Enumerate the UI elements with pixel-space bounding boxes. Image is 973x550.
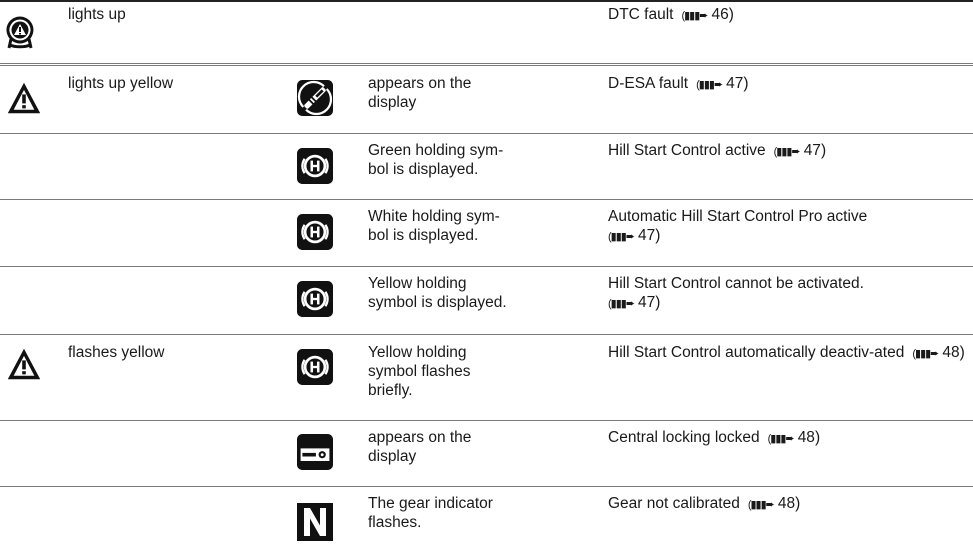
row-condition: Green holding sym-bol is displayed. [368, 142, 504, 178]
page-reference-link[interactable]: (▮▮▮➨ 48) [760, 429, 820, 446]
row-divider [0, 420, 973, 421]
row-state-label: flashes yellow [68, 344, 165, 361]
row-divider [0, 266, 973, 267]
row-divider [0, 334, 973, 335]
page-reference-link[interactable]: (▮▮▮➨ 48) [740, 495, 800, 512]
meaning-text: Hill Start Control cannot be activated. [608, 275, 864, 292]
page-number: 47 [638, 294, 656, 311]
row-divider [0, 199, 973, 200]
arrow-reference-icon: (▮▮▮➨ [767, 433, 795, 445]
page-reference-link[interactable]: (▮▮▮➨ 46) [673, 6, 733, 23]
page-number: 48 [942, 344, 960, 361]
row-meaning: Hill Start Control active (▮▮▮➨ 47) [608, 141, 968, 162]
meaning-text: Gear not calibrated [608, 495, 740, 512]
page-number: 47 [726, 75, 744, 92]
row-meaning: Hill Start Control cannot be activated. (… [608, 274, 968, 314]
row-state-label: lights up yellow [68, 75, 174, 92]
page-number: 46 [711, 6, 729, 23]
desa-shock-absorber-icon [297, 80, 333, 116]
page-reference-link[interactable]: (▮▮▮➨ 47) [608, 294, 660, 311]
page-number: 48 [777, 495, 796, 512]
general-warning-triangle-icon [6, 346, 42, 382]
row-condition: appears on the display [368, 429, 472, 465]
row-condition: Yellow holding symbol is displayed. [368, 275, 507, 311]
hill-start-hold-icon [297, 281, 333, 317]
arrow-reference-icon: (▮▮▮➨ [608, 298, 635, 310]
row-meaning: Gear not calibrated (▮▮▮➨ 48) [608, 494, 968, 515]
meaning-text: Hill Start Control automatically deactiv… [608, 344, 905, 361]
meaning-text: Central locking locked [608, 429, 760, 446]
arrow-reference-icon: (▮▮▮➨ [608, 231, 635, 243]
hill-start-hold-icon [297, 349, 333, 385]
arrow-reference-icon: (▮▮▮➨ [912, 348, 939, 360]
row-divider [0, 486, 973, 487]
page-reference-link[interactable]: (▮▮▮➨ 47) [766, 142, 826, 159]
table-top-rule [0, 0, 973, 2]
row-state-label: lights up [68, 6, 126, 23]
row-meaning: Hill Start Control automatically deactiv… [608, 343, 968, 364]
meaning-text: Automatic Hill Start Control Pro active [608, 208, 868, 225]
row-meaning: Central locking locked (▮▮▮➨ 48) [608, 428, 968, 449]
page-reference-link[interactable]: (▮▮▮➨ 48) [904, 344, 964, 361]
row-divider [0, 133, 973, 134]
arrow-reference-icon: (▮▮▮➨ [747, 499, 775, 511]
meaning-text: DTC fault [608, 6, 674, 23]
general-warning-triangle-icon [6, 80, 42, 116]
arrow-reference-icon: (▮▮▮➨ [681, 10, 708, 22]
row-meaning: Automatic Hill Start Control Pro active (… [608, 207, 968, 247]
row-divider [0, 63, 973, 64]
row-condition: Yellow holding symbol flashes briefly. [368, 344, 471, 399]
hill-start-hold-icon [297, 148, 333, 184]
page-reference-link[interactable]: (▮▮▮➨ 47) [608, 227, 660, 244]
hill-start-hold-icon [297, 214, 333, 250]
gear-neutral-n-icon [297, 503, 333, 541]
row-condition: White holding sym-bol is displayed. [368, 208, 500, 244]
meaning-text: Hill Start Control active [608, 142, 766, 159]
dtc-warning-icon [6, 16, 34, 50]
row-condition: The gear indicator flashes. [368, 495, 493, 531]
central-locking-key-icon [297, 434, 333, 470]
page-number: 47 [803, 142, 821, 159]
arrow-reference-icon: (▮▮▮➨ [696, 79, 723, 91]
meaning-text: D-ESA fault [608, 75, 689, 92]
arrow-reference-icon: (▮▮▮➨ [773, 146, 801, 158]
row-meaning: DTC fault (▮▮▮➨ 46) [608, 5, 968, 26]
page-reference-link[interactable]: (▮▮▮➨ 47) [688, 75, 748, 92]
row-meaning: D-ESA fault (▮▮▮➨ 47) [608, 74, 968, 95]
row-condition: appears on the display [368, 75, 472, 111]
page-number: 47 [638, 227, 656, 244]
row-divider [0, 65, 973, 66]
page-number: 48 [797, 429, 815, 446]
